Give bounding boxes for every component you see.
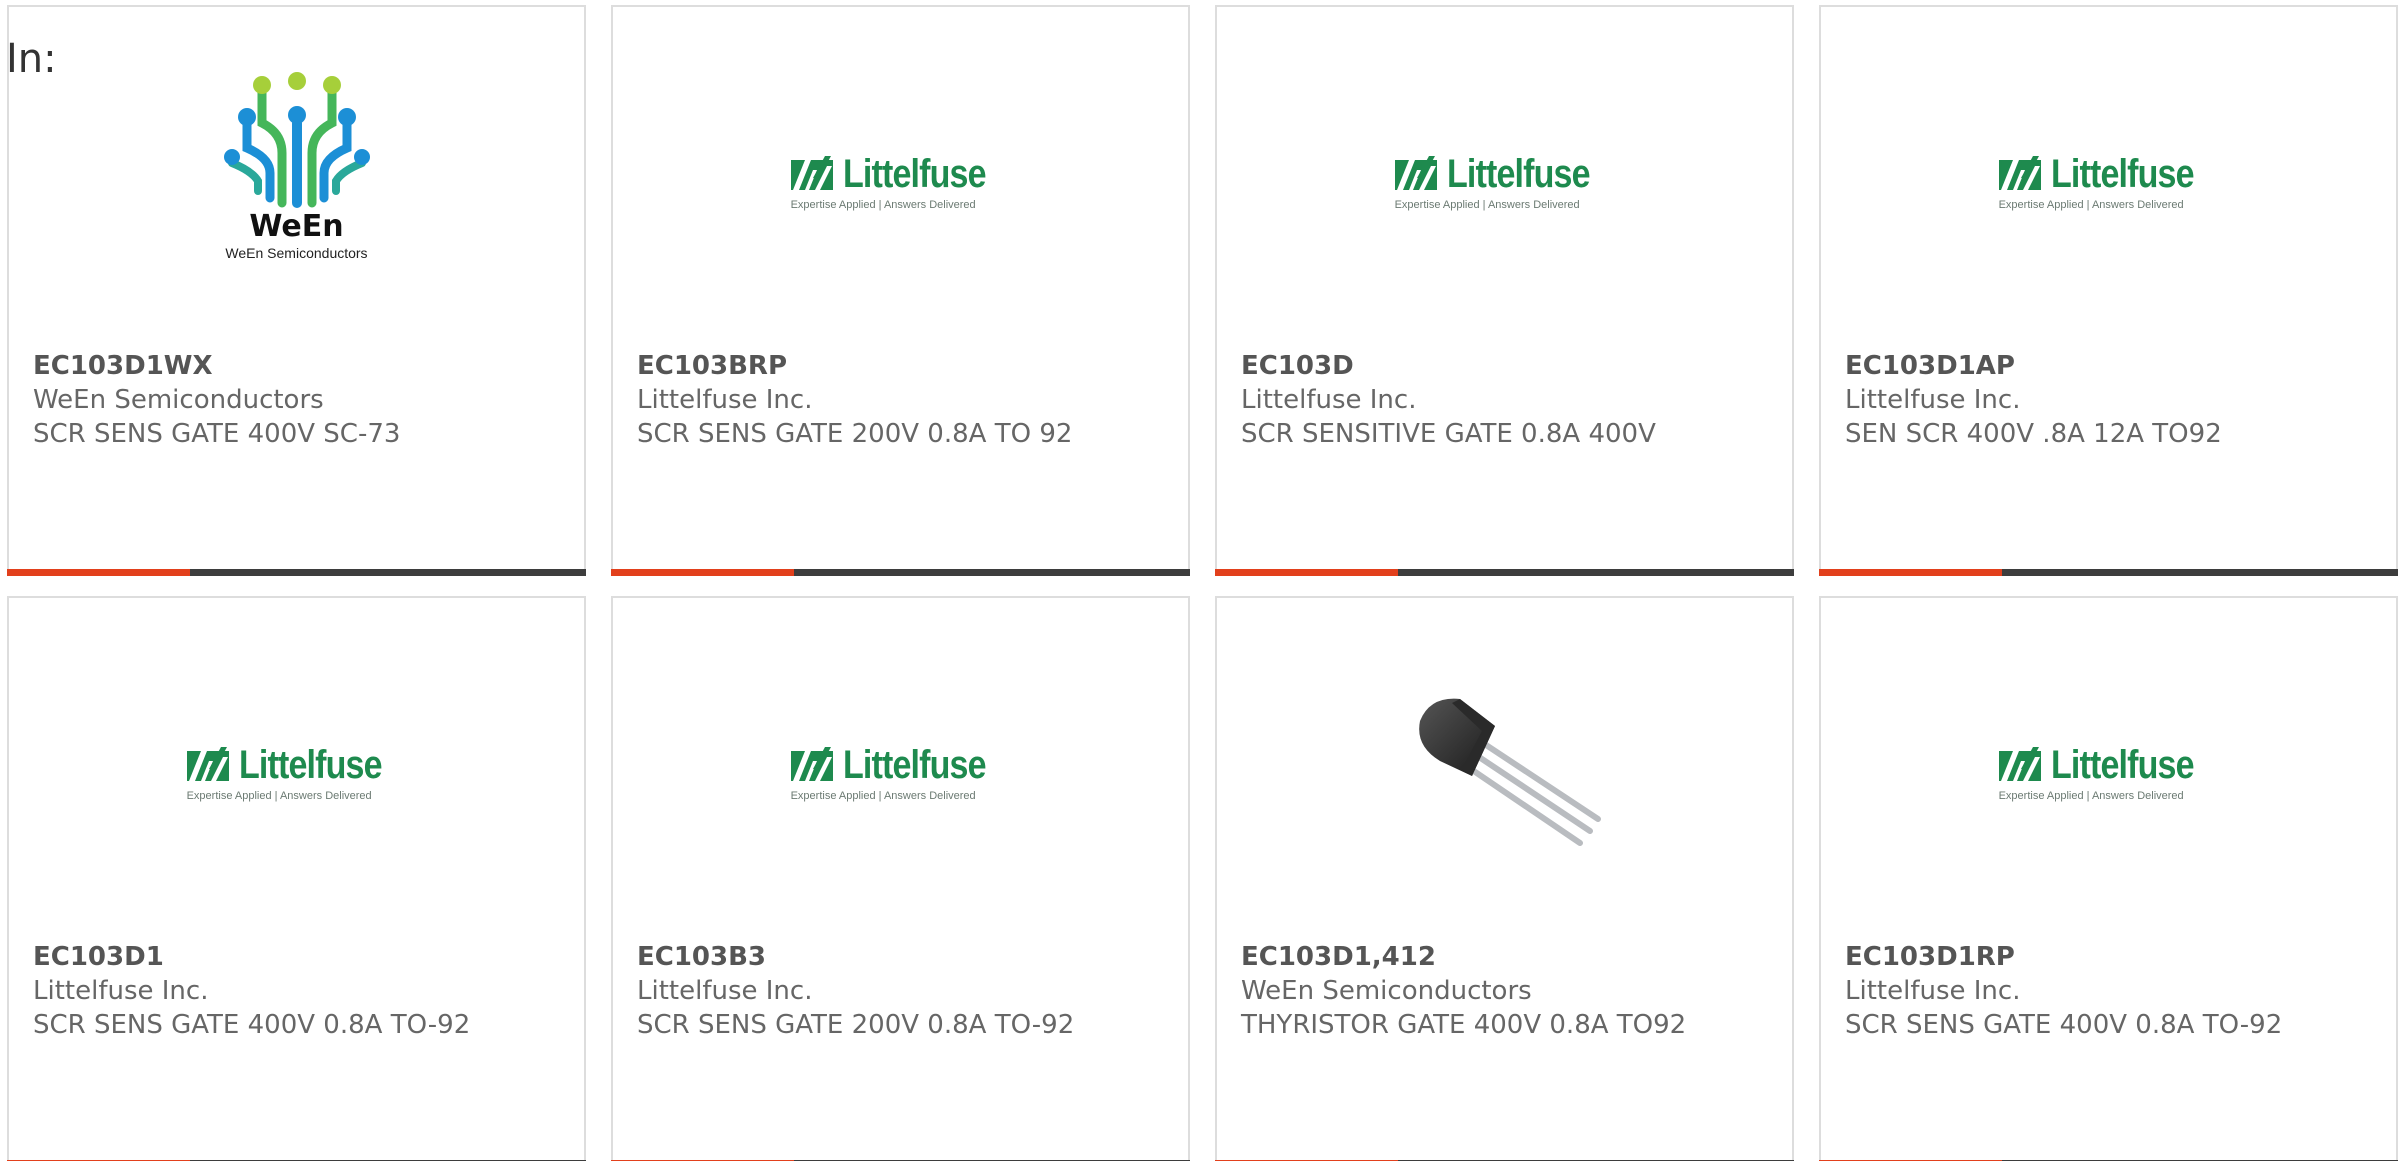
card-bottom-bar — [611, 569, 1190, 576]
manufacturer: Littelfuse Inc. — [637, 976, 813, 1006]
product-card[interactable]: Littelfuse Expertise Applied | Answers De… — [1819, 5, 2398, 576]
product-card[interactable]: Littelfuse Expertise Applied | Answers De… — [611, 596, 1190, 1161]
product-results-page: In: WeEn WeEn Semiconductors EC103D1WX WeEn… — [0, 0, 2400, 1161]
littelfuse-logo: Littelfuse Expertise Applied | Answers De… — [1998, 743, 2219, 802]
product-info: EC103B3 Littelfuse Inc. SCR SENS GATE 200V… — [637, 940, 1164, 1042]
product-info: EC103D1,412 WeEn Semiconductors THYRISTOR … — [1241, 940, 1768, 1042]
card-bottom-bar — [7, 569, 586, 576]
part-number[interactable]: EC103D1AP — [1845, 349, 2372, 383]
card-bottom-bar — [1215, 569, 1794, 576]
description: SCR SENS GATE 200V 0.8A TO 92 — [637, 419, 1073, 449]
manufacturer: Littelfuse Inc. — [33, 976, 209, 1006]
product-image[interactable]: Littelfuse Expertise Applied | Answers De… — [9, 648, 584, 898]
product-photo — [1400, 681, 1610, 865]
to92-package-icon — [1418, 698, 1601, 846]
logo-name: WeEn — [249, 208, 344, 244]
manufacturer: WeEn Semiconductors — [1241, 976, 1532, 1006]
littelfuse-mark-icon — [1998, 156, 2041, 190]
product-info: EC103BRP Littelfuse Inc. SCR SENS GATE 200… — [637, 349, 1164, 451]
description: THYRISTOR GATE 400V 0.8A TO92 — [1241, 1010, 1687, 1040]
product-image[interactable]: Littelfuse Expertise Applied | Answers De… — [1217, 57, 1792, 307]
product-info: EC103D1RP Littelfuse Inc. SCR SENS GATE 40… — [1845, 940, 2372, 1042]
logo-subtitle: WeEn Semiconductors — [225, 244, 368, 261]
logo-name: Littelfuse — [842, 152, 986, 196]
littelfuse-logo: Littelfuse Expertise Applied | Answers De… — [186, 743, 407, 802]
part-number[interactable]: EC103D1WX — [33, 349, 560, 383]
filter-label: In: — [6, 36, 57, 82]
card-accent-bar — [1819, 569, 2002, 576]
description: SEN SCR 400V .8A 12A TO92 — [1845, 419, 2222, 449]
product-card[interactable]: Littelfuse Expertise Applied | Answers De… — [1819, 596, 2398, 1161]
product-grid: WeEn WeEn Semiconductors EC103D1WX WeEn Sem… — [7, 5, 2398, 1161]
part-number[interactable]: EC103D1,412 — [1241, 940, 1768, 974]
product-info: EC103D1AP Littelfuse Inc. SEN SCR 400V .8A… — [1845, 349, 2372, 451]
product-info: EC103D Littelfuse Inc. SCR SENSITIVE GATE … — [1241, 349, 1768, 451]
littelfuse-logo: Littelfuse Expertise Applied | Answers De… — [1394, 152, 1615, 211]
littelfuse-logo: Littelfuse Expertise Applied | Answers De… — [1998, 152, 2219, 211]
logo-name: Littelfuse — [842, 743, 986, 787]
ween-tree-icon — [223, 71, 370, 208]
littelfuse-logo: Littelfuse Expertise Applied | Answers De… — [790, 152, 1011, 211]
description: SCR SENS GATE 400V 0.8A TO-92 — [1845, 1010, 2283, 1040]
manufacturer: Littelfuse Inc. — [1845, 385, 2021, 415]
logo-name: Littelfuse — [2050, 152, 2194, 196]
logo-tagline: Expertise Applied | Answers Delivered — [1998, 790, 2184, 802]
description: SCR SENS GATE 400V 0.8A TO-92 — [33, 1010, 471, 1040]
card-accent-bar — [1215, 569, 1398, 576]
product-info: EC103D1 Littelfuse Inc. SCR SENS GATE 400V… — [33, 940, 560, 1042]
product-card[interactable]: Littelfuse Expertise Applied | Answers De… — [1215, 5, 1794, 576]
product-image[interactable]: WeEn WeEn Semiconductors — [9, 57, 584, 307]
manufacturer: Littelfuse Inc. — [1241, 385, 1417, 415]
logo-tagline: Expertise Applied | Answers Delivered — [1394, 199, 1580, 211]
littelfuse-mark-icon — [1394, 156, 1437, 190]
part-number[interactable]: EC103B3 — [637, 940, 1164, 974]
product-info: EC103D1WX WeEn Semiconductors SCR SENS GAT… — [33, 349, 560, 451]
product-image[interactable]: Littelfuse Expertise Applied | Answers De… — [1821, 57, 2396, 307]
littelfuse-mark-icon — [790, 156, 833, 190]
product-image[interactable] — [1217, 648, 1792, 898]
product-card[interactable]: EC103D1,412 WeEn Semiconductors THYRISTOR … — [1215, 596, 1794, 1161]
part-number[interactable]: EC103D1RP — [1845, 940, 2372, 974]
logo-name: Littelfuse — [1446, 152, 1590, 196]
description: SCR SENSITIVE GATE 0.8A 400V — [1241, 419, 1656, 449]
description: SCR SENS GATE 400V SC-73 — [33, 419, 401, 449]
part-number[interactable]: EC103D1 — [33, 940, 560, 974]
card-accent-bar — [7, 569, 190, 576]
logo-tagline: Expertise Applied | Answers Delivered — [1998, 199, 2184, 211]
product-image[interactable]: Littelfuse Expertise Applied | Answers De… — [613, 648, 1188, 898]
description: SCR SENS GATE 200V 0.8A TO-92 — [637, 1010, 1075, 1040]
card-bottom-bar — [1819, 569, 2398, 576]
product-card[interactable]: Littelfuse Expertise Applied | Answers De… — [611, 5, 1190, 576]
logo-name: Littelfuse — [2050, 743, 2194, 787]
ween-logo: WeEn WeEn Semiconductors — [222, 63, 372, 262]
logo-tagline: Expertise Applied | Answers Delivered — [186, 790, 372, 802]
manufacturer: WeEn Semiconductors — [33, 385, 324, 415]
littelfuse-mark-icon — [186, 747, 229, 781]
manufacturer: Littelfuse Inc. — [637, 385, 813, 415]
product-image[interactable]: Littelfuse Expertise Applied | Answers De… — [613, 57, 1188, 307]
part-number[interactable]: EC103BRP — [637, 349, 1164, 383]
littelfuse-mark-icon — [790, 747, 833, 781]
littelfuse-mark-icon — [1998, 747, 2041, 781]
logo-name: Littelfuse — [238, 743, 382, 787]
product-card[interactable]: Littelfuse Expertise Applied | Answers De… — [7, 596, 586, 1161]
manufacturer: Littelfuse Inc. — [1845, 976, 2021, 1006]
part-number[interactable]: EC103D — [1241, 349, 1768, 383]
logo-tagline: Expertise Applied | Answers Delivered — [790, 790, 976, 802]
product-image[interactable]: Littelfuse Expertise Applied | Answers De… — [1821, 648, 2396, 898]
product-card[interactable]: WeEn WeEn Semiconductors EC103D1WX WeEn Sem… — [7, 5, 586, 576]
card-accent-bar — [611, 569, 794, 576]
logo-tagline: Expertise Applied | Answers Delivered — [790, 199, 976, 211]
littelfuse-logo: Littelfuse Expertise Applied | Answers De… — [790, 743, 1011, 802]
